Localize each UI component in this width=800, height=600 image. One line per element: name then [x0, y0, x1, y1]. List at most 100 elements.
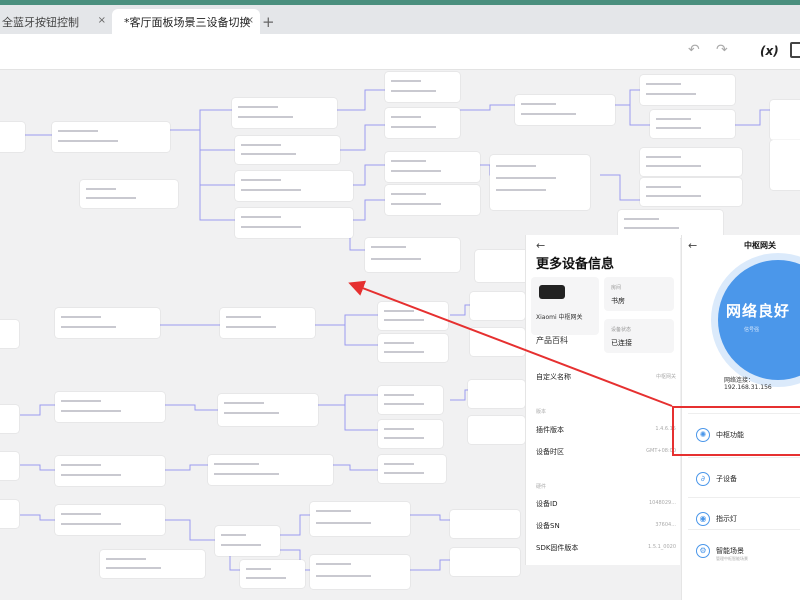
row-label: SDK固件版本	[536, 544, 579, 552]
workflow-node[interactable]	[55, 308, 160, 338]
toolbar: ↶ ↷ (x)	[0, 34, 800, 70]
workflow-node[interactable]	[385, 72, 460, 102]
workflow-node[interactable]	[470, 292, 525, 320]
item-label: 指示灯	[716, 515, 737, 523]
device-name: Xiaomi 中枢网关	[536, 314, 583, 321]
workflow-node[interactable]	[208, 455, 333, 485]
tab-bar: 全蓝牙按钮控制 × *客厅面板场景三设备切换 × +	[0, 0, 800, 35]
tab-label: 全蓝牙按钮控制	[2, 16, 79, 29]
workflow-node[interactable]	[0, 405, 19, 433]
workflow-node[interactable]	[0, 320, 19, 348]
sdk-version-row: SDK固件版本 1.5.1_0020	[536, 543, 676, 557]
workflow-node[interactable]	[378, 302, 448, 330]
sub-device-icon: ∂	[696, 472, 710, 486]
panel-title: 中枢网关	[744, 241, 776, 250]
row-label: 自定义名称	[536, 373, 571, 381]
workflow-node[interactable]	[235, 171, 353, 201]
product-wiki-link[interactable]: 产品百科	[536, 335, 568, 346]
row-label: 插件版本	[536, 426, 564, 434]
workflow-node[interactable]	[450, 548, 520, 576]
add-tab-icon[interactable]: +	[262, 13, 275, 31]
workflow-node[interactable]	[218, 394, 318, 426]
highlight-box	[672, 406, 800, 456]
workflow-node[interactable]	[378, 455, 446, 483]
plugin-version-row: 插件版本 1.4.6.15	[536, 425, 676, 439]
status-key: 设备状态	[611, 327, 632, 333]
back-arrow-icon[interactable]: ←	[536, 239, 545, 252]
redo-icon[interactable]: ↷	[716, 42, 728, 58]
workflow-node[interactable]	[378, 386, 443, 414]
tab-bluetooth-control[interactable]: 全蓝牙按钮控制 ×	[0, 9, 112, 35]
panel-icon[interactable]	[790, 42, 800, 58]
device-card: Xiaomi 中枢网关	[531, 277, 599, 335]
row-value: 37604...	[655, 522, 676, 528]
variables-icon[interactable]: (x)	[760, 44, 779, 58]
status-card: 设备状态 已连接	[604, 319, 674, 353]
workflow-node[interactable]	[55, 505, 165, 535]
indicator-light-icon: ◉	[696, 512, 710, 526]
tab-living-room-scene[interactable]: *客厅面板场景三设备切换 ×	[112, 9, 260, 35]
smart-scene-icon: ⚙	[696, 544, 710, 558]
network-status-sub: 信号强	[744, 327, 760, 333]
workflow-node[interactable]	[640, 75, 735, 105]
item-label: 智能场景	[716, 547, 744, 555]
row-value: 中枢网关	[655, 374, 676, 380]
tab-close-icon[interactable]: ×	[246, 15, 254, 26]
device-id-row: 设备ID 1048029...	[536, 499, 676, 513]
workflow-node[interactable]	[310, 502, 410, 536]
workflow-node[interactable]	[640, 148, 742, 176]
timezone-row[interactable]: 设备时区 GMT+08:00	[536, 447, 676, 461]
workflow-node[interactable]	[220, 308, 315, 338]
workflow-node[interactable]	[100, 550, 205, 578]
workflow-node[interactable]	[475, 250, 530, 282]
workflow-node[interactable]	[55, 392, 165, 422]
tab-label: *客厅面板场景三设备切换	[124, 16, 251, 29]
panel-title: 更多设备信息	[536, 257, 615, 272]
workflow-node[interactable]	[215, 526, 280, 556]
workflow-node[interactable]	[770, 100, 800, 140]
room-card[interactable]: 房间 书房	[604, 277, 674, 311]
workflow-node[interactable]	[490, 155, 590, 210]
workflow-node[interactable]	[232, 98, 337, 128]
workflow-node[interactable]	[385, 108, 460, 138]
workflow-node[interactable]	[640, 178, 742, 206]
workflow-node[interactable]	[470, 328, 525, 356]
workflow-node[interactable]	[385, 152, 480, 182]
row-label: 设备SN	[536, 522, 560, 530]
network-status: 网络良好	[726, 302, 791, 320]
row-label: 设备时区	[536, 448, 564, 456]
workflow-node[interactable]	[385, 185, 480, 215]
workflow-node[interactable]	[378, 420, 443, 448]
workflow-node[interactable]	[650, 110, 735, 138]
network-ip: 网络连接：192.168.31.156	[724, 377, 772, 391]
network-status-circle: 网络良好 信号强	[718, 260, 800, 380]
workflow-node[interactable]	[378, 334, 448, 362]
workflow-node[interactable]	[365, 238, 460, 272]
workflow-node[interactable]	[450, 510, 520, 538]
tab-close-icon[interactable]: ×	[98, 15, 106, 26]
automation-canvas[interactable]	[0, 70, 800, 600]
workflow-node[interactable]	[0, 452, 19, 480]
workflow-node[interactable]	[235, 136, 340, 164]
workflow-node[interactable]	[770, 140, 800, 190]
device-sn-row: 设备SN 37604...	[536, 521, 676, 535]
workflow-node[interactable]	[0, 500, 19, 528]
workflow-node[interactable]	[468, 416, 525, 444]
smart-scene-item[interactable]: ⚙ 智能场景 管理中枢智能场景	[688, 529, 800, 571]
section-header: 版本	[536, 409, 547, 415]
workflow-node[interactable]	[0, 122, 25, 152]
custom-name-row[interactable]: 自定义名称 中枢网关	[536, 372, 676, 386]
workflow-node[interactable]	[55, 456, 165, 486]
workflow-node[interactable]	[618, 210, 723, 238]
workflow-node[interactable]	[310, 555, 410, 589]
undo-icon[interactable]: ↶	[688, 42, 700, 58]
workflow-node[interactable]	[235, 208, 353, 238]
workflow-node[interactable]	[80, 180, 178, 208]
back-arrow-icon[interactable]: ←	[688, 239, 697, 252]
sub-devices-item[interactable]: ∂ 子设备	[688, 457, 800, 499]
workflow-node[interactable]	[52, 122, 170, 152]
workflow-node[interactable]	[515, 95, 615, 125]
gateway-device-icon	[539, 285, 565, 299]
workflow-node[interactable]	[468, 380, 525, 408]
workflow-node[interactable]	[240, 560, 305, 588]
